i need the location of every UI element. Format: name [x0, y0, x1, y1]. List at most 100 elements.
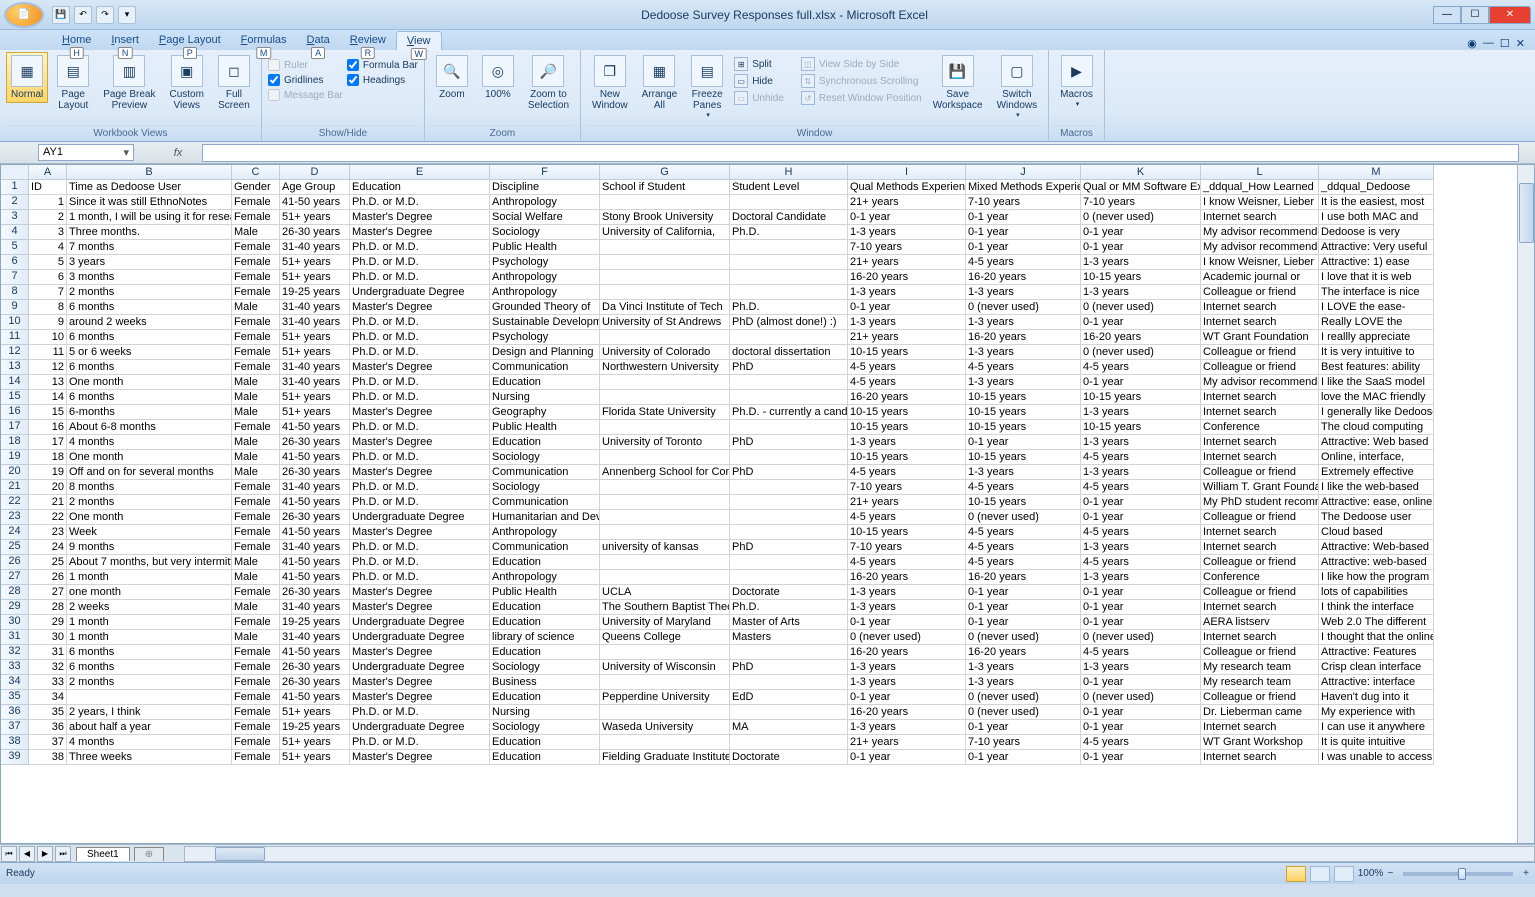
cell[interactable]: [600, 510, 730, 525]
cell[interactable]: _ddqual_How Learned: [1201, 180, 1319, 195]
cell[interactable]: 2 weeks: [67, 600, 232, 615]
cell[interactable]: 1-3 years: [848, 675, 966, 690]
cell[interactable]: Ph.D. or M.D.: [350, 735, 490, 750]
cell[interactable]: 3: [29, 225, 67, 240]
cell[interactable]: 0-1 year: [966, 585, 1081, 600]
cell[interactable]: 21+ years: [848, 495, 966, 510]
cell[interactable]: 0-1 year: [1081, 225, 1201, 240]
cell[interactable]: Dedoose is very: [1319, 225, 1434, 240]
cell[interactable]: 7: [29, 285, 67, 300]
cell[interactable]: 26-30 years: [280, 435, 350, 450]
cell[interactable]: 1-3 years: [1081, 435, 1201, 450]
cell[interactable]: 41-50 years: [280, 645, 350, 660]
cell[interactable]: Attractive: Web based: [1319, 435, 1434, 450]
cell[interactable]: Female: [232, 315, 280, 330]
cell[interactable]: Internet search: [1201, 390, 1319, 405]
cell[interactable]: Web 2.0 The different: [1319, 615, 1434, 630]
tab-nav-next[interactable]: ▶: [37, 846, 53, 862]
cell[interactable]: My research team: [1201, 675, 1319, 690]
col-header-L[interactable]: L: [1201, 165, 1319, 180]
cell[interactable]: 31-40 years: [280, 630, 350, 645]
cell[interactable]: [730, 450, 848, 465]
cell[interactable]: 16-20 years: [848, 645, 966, 660]
cell[interactable]: [600, 735, 730, 750]
cell[interactable]: 4: [29, 240, 67, 255]
cell[interactable]: 10-15 years: [966, 390, 1081, 405]
cell[interactable]: Sustainable Development: [490, 315, 600, 330]
row-header-12[interactable]: 12: [1, 345, 29, 360]
full-screen-button[interactable]: ◻Full Screen: [213, 52, 255, 114]
cell[interactable]: 6 months: [67, 645, 232, 660]
cell[interactable]: 6: [29, 270, 67, 285]
cell[interactable]: 1-3 years: [1081, 465, 1201, 480]
cell[interactable]: Haven't dug into it: [1319, 690, 1434, 705]
cell[interactable]: one month: [67, 585, 232, 600]
cell[interactable]: [730, 510, 848, 525]
cell[interactable]: Master's Degree: [350, 405, 490, 420]
cell[interactable]: University of Wisconsin: [600, 660, 730, 675]
cell[interactable]: [600, 525, 730, 540]
cell[interactable]: 0 (never used): [966, 300, 1081, 315]
cell[interactable]: 51+ years: [280, 405, 350, 420]
cell[interactable]: Female: [232, 480, 280, 495]
cell[interactable]: [730, 270, 848, 285]
cell[interactable]: 0-1 year: [966, 240, 1081, 255]
cell[interactable]: Female: [232, 645, 280, 660]
cell[interactable]: I love that it is web: [1319, 270, 1434, 285]
cell[interactable]: Really LOVE the: [1319, 315, 1434, 330]
row-header-38[interactable]: 38: [1, 735, 29, 750]
cell[interactable]: Female: [232, 525, 280, 540]
cell[interactable]: Public Health: [490, 240, 600, 255]
cell[interactable]: Design and Planning: [490, 345, 600, 360]
cell[interactable]: _ddqual_Dedoose: [1319, 180, 1434, 195]
minimize-button[interactable]: —: [1433, 6, 1461, 24]
row-header-34[interactable]: 34: [1, 675, 29, 690]
cell[interactable]: Queens College: [600, 630, 730, 645]
cell[interactable]: 4-5 years: [1081, 450, 1201, 465]
cell[interactable]: EdD: [730, 690, 848, 705]
cell[interactable]: Internet search: [1201, 300, 1319, 315]
cell[interactable]: Grounded Theory of: [490, 300, 600, 315]
cell[interactable]: Master's Degree: [350, 525, 490, 540]
cell[interactable]: I know Weisner, Lieber: [1201, 255, 1319, 270]
cell[interactable]: 0-1 year: [848, 210, 966, 225]
cell[interactable]: 4-5 years: [1081, 735, 1201, 750]
cell[interactable]: 0 (never used): [1081, 300, 1201, 315]
cell[interactable]: Student Level: [730, 180, 848, 195]
cell[interactable]: Education: [490, 735, 600, 750]
zoom-to-selection-button[interactable]: 🔎Zoom to Selection: [523, 52, 574, 114]
cell[interactable]: Pepperdine University: [600, 690, 730, 705]
cell[interactable]: I reallly appreciate: [1319, 330, 1434, 345]
cell[interactable]: Female: [232, 750, 280, 765]
tab-page-layout[interactable]: Page LayoutP: [149, 31, 231, 50]
cell[interactable]: Attractive: ease, online: [1319, 495, 1434, 510]
cell[interactable]: I was unable to access: [1319, 750, 1434, 765]
cell[interactable]: 31-40 years: [280, 300, 350, 315]
cell[interactable]: Crisp clean interface: [1319, 660, 1434, 675]
cell[interactable]: [730, 645, 848, 660]
cell[interactable]: 3 years: [67, 255, 232, 270]
cell[interactable]: 4-5 years: [1081, 480, 1201, 495]
cell[interactable]: WT Grant Workshop: [1201, 735, 1319, 750]
cell[interactable]: Northwestern University: [600, 360, 730, 375]
cell[interactable]: Female: [232, 735, 280, 750]
cell[interactable]: [730, 675, 848, 690]
cell[interactable]: 6 months: [67, 660, 232, 675]
col-header-E[interactable]: E: [350, 165, 490, 180]
row-header-20[interactable]: 20: [1, 465, 29, 480]
new-sheet-tab[interactable]: ⊕: [134, 847, 164, 861]
sheet-tab-active[interactable]: Sheet1: [76, 847, 130, 861]
cell[interactable]: Off and on for several months: [67, 465, 232, 480]
cell[interactable]: University of Toronto: [600, 435, 730, 450]
cell[interactable]: Female: [232, 540, 280, 555]
cell[interactable]: [600, 420, 730, 435]
cell[interactable]: Social Welfare: [490, 210, 600, 225]
cell[interactable]: 10: [29, 330, 67, 345]
zoom-slider-thumb[interactable]: [1458, 868, 1466, 880]
custom-views-button[interactable]: ▣Custom Views: [165, 52, 209, 114]
cell[interactable]: 0-1 year: [848, 690, 966, 705]
cell[interactable]: 4-5 years: [1081, 360, 1201, 375]
cell[interactable]: I like the web-based: [1319, 480, 1434, 495]
cell[interactable]: Ph.D. or M.D.: [350, 555, 490, 570]
row-header-27[interactable]: 27: [1, 570, 29, 585]
